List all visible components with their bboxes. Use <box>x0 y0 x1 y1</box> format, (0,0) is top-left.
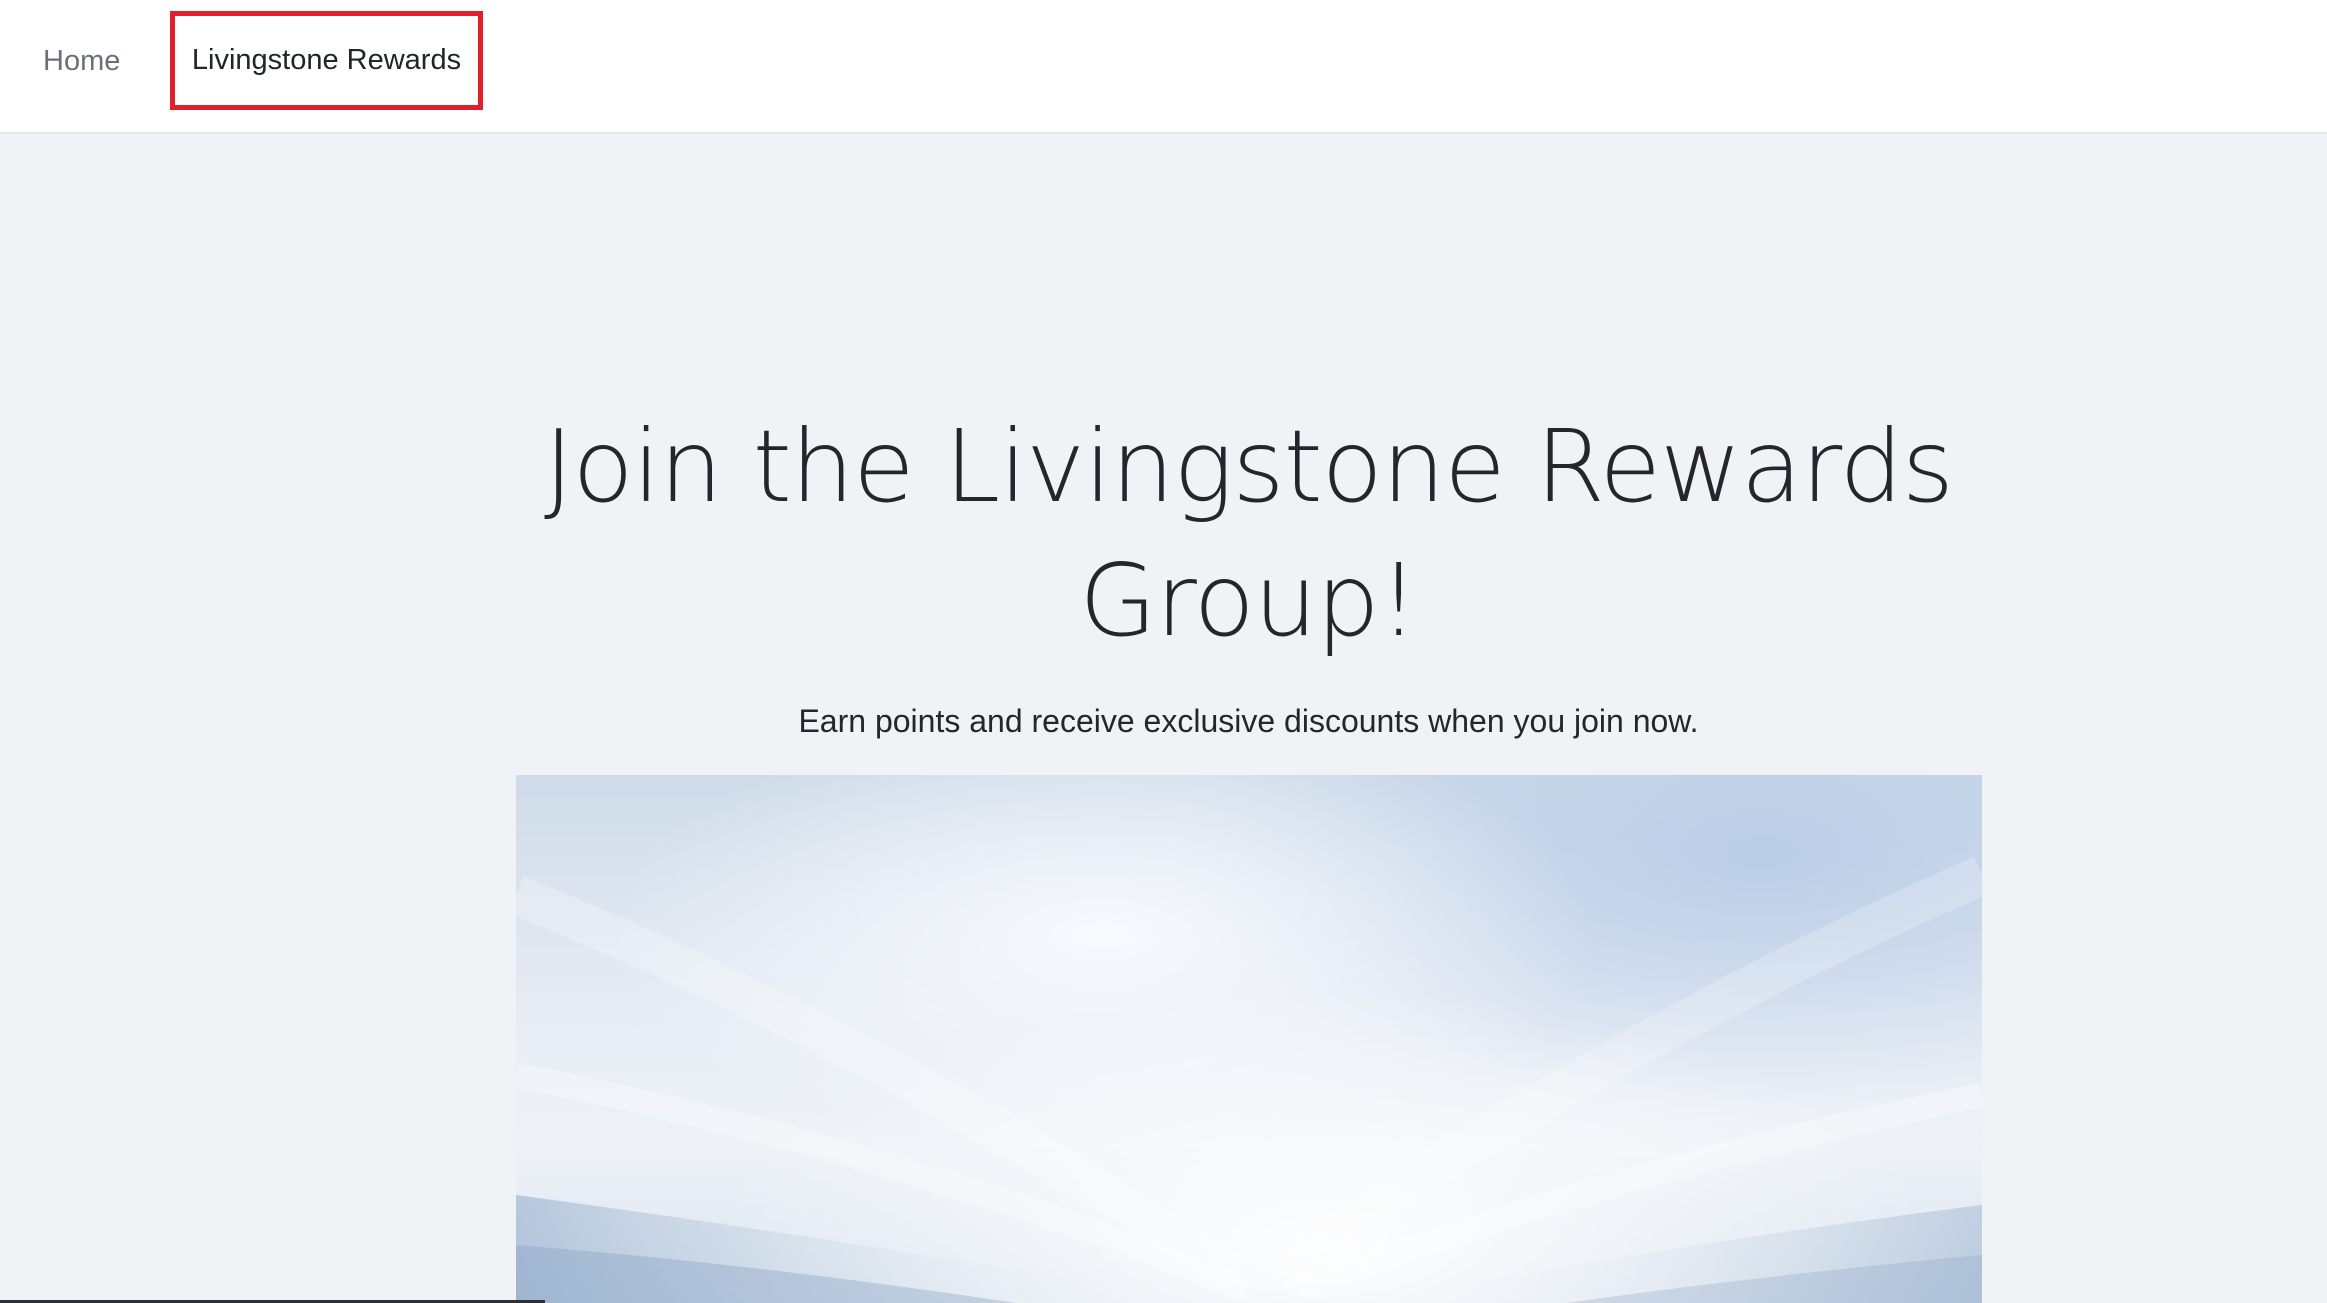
hero-sky-image <box>516 775 1982 1303</box>
nav-home-link[interactable]: Home <box>43 0 120 122</box>
hero-subtitle: Earn points and receive exclusive discou… <box>798 703 1699 739</box>
sky-clouds-graphic <box>516 856 1982 1303</box>
nav-rewards-link[interactable]: Livingstone Rewards <box>170 11 483 110</box>
top-navbar: Home Livingstone Rewards <box>0 0 2327 134</box>
hero-title: Join the Livingstone Rewards Group! <box>543 408 1954 659</box>
